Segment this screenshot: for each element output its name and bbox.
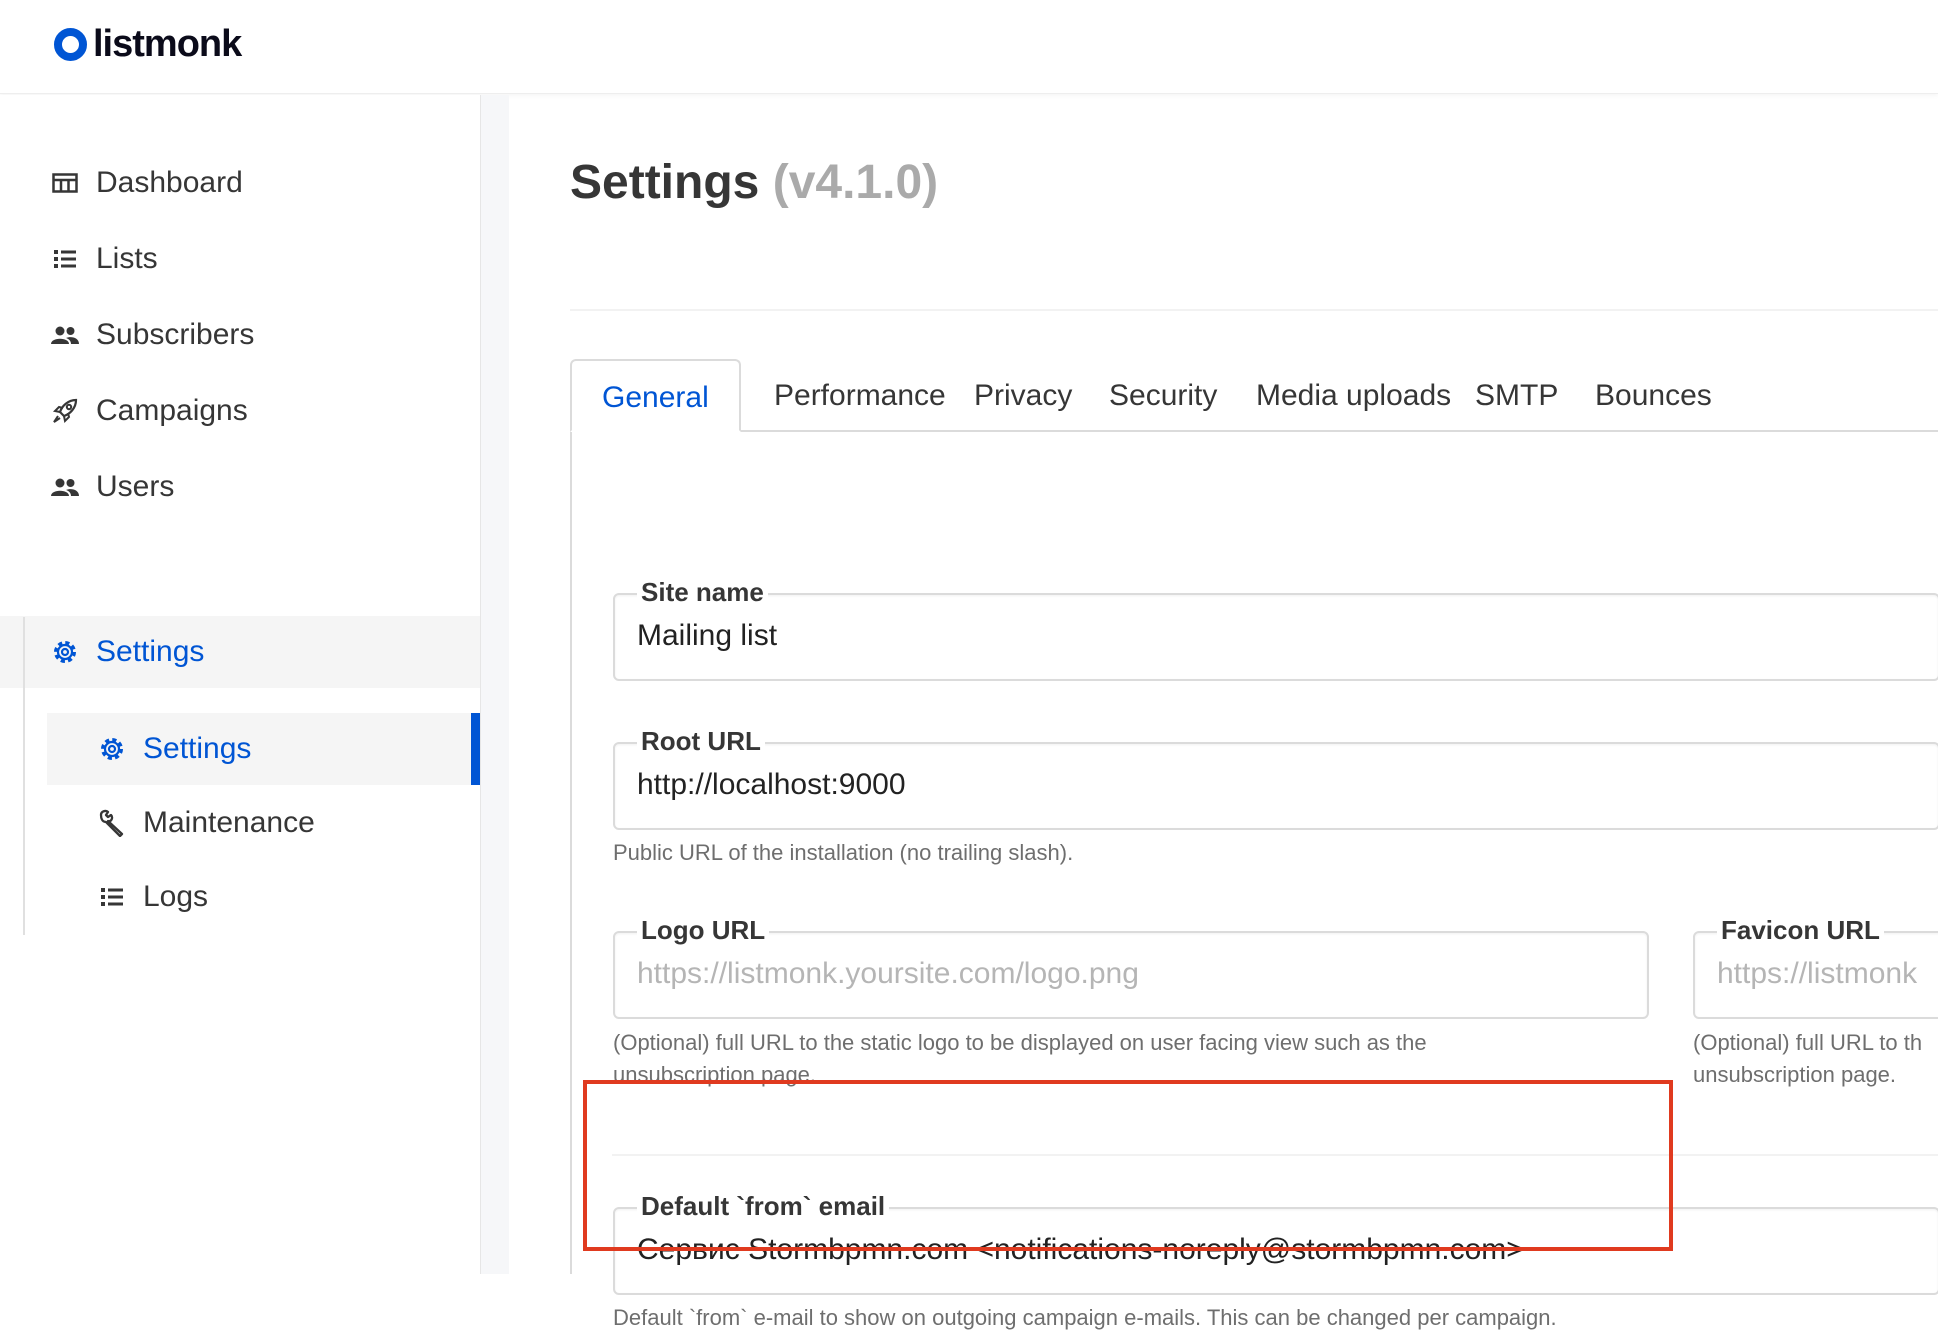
favicon-url-label: Favicon URL (1717, 914, 1884, 946)
sidebar-item-users[interactable]: Users (0, 451, 480, 523)
tab-smtp[interactable]: SMTP (1475, 359, 1558, 432)
site-name-label: Site name (637, 576, 768, 608)
tab-security[interactable]: Security (1109, 359, 1217, 432)
tab-performance[interactable]: Performance (774, 359, 946, 432)
logo-ring-icon (54, 27, 87, 61)
sidebar-item-subscribers[interactable]: Subscribers (0, 299, 480, 371)
sidebar: Dashboard Lists Subscribers Campaigns Us… (0, 95, 481, 1274)
sidebar-item-label: Campaigns (96, 394, 248, 427)
tab-general[interactable]: General (570, 359, 741, 432)
site-name-field: Site name Mailing list (613, 576, 1938, 681)
list-icon (95, 880, 129, 914)
logo-text: listmonk (93, 23, 242, 65)
site-name-value: Mailing list (637, 619, 778, 652)
app-logo[interactable]: listmonk (54, 23, 242, 65)
sidebar-item-label: Settings (96, 635, 205, 668)
sidebar-item-label: Dashboard (96, 166, 243, 199)
root-url-field: Root URL http://localhost:9000 (613, 725, 1938, 830)
gear-icon (95, 732, 129, 766)
top-header: listmonk (0, 0, 1938, 94)
list-icon (48, 242, 82, 276)
users-icon (48, 318, 82, 352)
sidebar-subitem-maintenance[interactable]: Maintenance (47, 787, 480, 859)
sidebar-item-lists[interactable]: Lists (0, 223, 480, 295)
sidebar-subitem-label: Logs (143, 880, 209, 913)
subnav-divider (23, 617, 25, 935)
sidebar-subitem-label: Settings (143, 732, 252, 765)
sidebar-subitem-logs[interactable]: Logs (47, 861, 480, 933)
favicon-url-placeholder: https://listmonk (1717, 957, 1918, 990)
site-name-input[interactable] (613, 593, 1938, 681)
sidebar-item-label: Lists (96, 242, 158, 275)
favicon-url-field: Favicon URL https://listmonk (1693, 914, 1938, 1019)
users-icon (48, 470, 82, 504)
favicon-url-help: (Optional) full URL to th unsubscription… (1693, 1027, 1922, 1091)
sidebar-item-label: Subscribers (96, 318, 255, 351)
settings-tabs: General Performance Privacy Security Med… (570, 359, 1938, 432)
root-url-label: Root URL (637, 725, 765, 757)
logo-url-field: Logo URL https://listmonk.yoursite.com/l… (613, 914, 1649, 1019)
content-gutter (481, 95, 509, 1274)
gear-icon (48, 635, 82, 669)
dashboard-icon (48, 166, 82, 200)
page-title-text: Settings (570, 156, 760, 209)
favicon-url-help-line: (Optional) full URL to th (1693, 1030, 1923, 1055)
favicon-url-help-line: unsubscription page. (1693, 1062, 1897, 1087)
page-title: Settings (v4.1.0) (570, 155, 938, 210)
sidebar-item-dashboard[interactable]: Dashboard (0, 147, 480, 219)
root-url-value: http://localhost:9000 (637, 768, 906, 801)
sidebar-item-settings[interactable]: Settings (0, 616, 480, 688)
sidebar-item-campaigns[interactable]: Campaigns (0, 375, 480, 447)
logo-url-label: Logo URL (637, 914, 770, 946)
tab-bounces[interactable]: Bounces (1595, 359, 1712, 432)
title-divider (570, 309, 1938, 311)
sidebar-subitem-settings[interactable]: Settings (47, 713, 480, 785)
logo-url-help-line: (Optional) full URL to the static logo t… (613, 1030, 1427, 1055)
tab-privacy[interactable]: Privacy (974, 359, 1072, 432)
root-url-help: Public URL of the installation (no trail… (613, 840, 1074, 865)
logo-url-placeholder: https://listmonk.yoursite.com/logo.png (637, 957, 1139, 990)
rocket-icon (48, 394, 82, 428)
tab-media-uploads[interactable]: Media uploads (1256, 359, 1451, 432)
wrench-icon (95, 806, 129, 840)
sidebar-subitem-label: Maintenance (143, 806, 315, 839)
from-email-help: Default `from` e-mail to show on outgoin… (613, 1305, 1557, 1330)
page-version: (v4.1.0) (772, 156, 939, 209)
highlight-box (583, 1080, 1673, 1251)
sidebar-item-label: Users (96, 470, 175, 503)
